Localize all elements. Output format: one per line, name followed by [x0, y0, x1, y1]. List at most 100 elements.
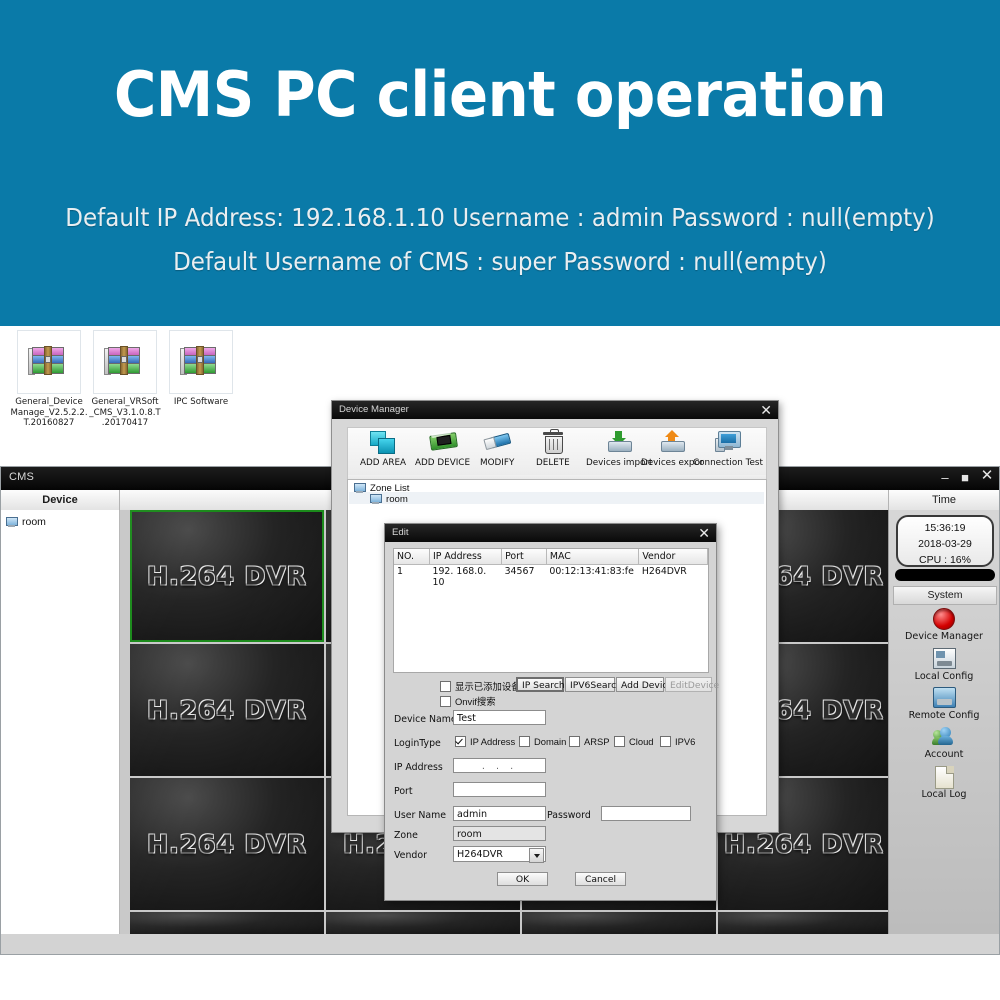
checkbox-label: Onvif搜索	[455, 696, 496, 707]
desktop-icon-label: IPC Software	[173, 397, 229, 407]
ok-button[interactable]: OK	[497, 872, 548, 886]
add-device-button[interactable]: Add Device	[616, 677, 673, 692]
import-icon	[606, 431, 633, 457]
toolbar-add-device-button[interactable]: ADD DEVICE	[415, 430, 470, 468]
desktop-icon-general-device-manage[interactable]: General_Device Manage_V2.5.2.2.T.2016082…	[8, 330, 90, 429]
tab-time[interactable]: Time	[888, 490, 999, 511]
clock-time: 15:36:19	[924, 522, 966, 534]
video-cell-label: H.264 DVR	[147, 829, 307, 859]
cancel-button[interactable]: Cancel	[575, 872, 626, 886]
clock-date: 2018-03-29	[918, 538, 972, 550]
sidebar-item-label: Remote Config	[908, 710, 980, 721]
checkbox-box[interactable]	[519, 736, 530, 747]
checkbox-box[interactable]	[440, 680, 451, 692]
close-button[interactable]: ✕	[979, 468, 995, 483]
user-name-label: User Name	[394, 810, 447, 821]
column-header-port[interactable]: Port	[501, 549, 547, 565]
sidebar-item-label: Device Manager	[905, 631, 983, 642]
device-manager-title: Device Manager	[339, 404, 409, 415]
clock-widget: 15:36:19 2018-03-29 CPU : 16%	[896, 515, 994, 567]
cell-port: 34567	[504, 566, 535, 577]
login-type-cloud-radio[interactable]: Cloud	[614, 736, 654, 747]
sidebar-item-device-manager[interactable]: Device Manager	[889, 608, 999, 642]
toolbar-label: DELETE	[536, 458, 570, 468]
add-device-icon	[428, 430, 458, 457]
toolbar-delete-button[interactable]: DELETE	[536, 429, 570, 468]
zone-icon	[5, 516, 18, 528]
edit-dialog: Edit ✕ NO. IP Address Port MAC Vendor 1 …	[384, 523, 719, 901]
tree-item-label: room	[22, 516, 46, 528]
login-type-ipv6-radio[interactable]: IPV6	[660, 736, 695, 747]
checkbox-box[interactable]	[660, 736, 671, 747]
minimize-button[interactable]: –	[937, 471, 953, 484]
password-label: Password	[547, 810, 591, 821]
toolbar-modify-button[interactable]: MODIFY	[480, 431, 514, 468]
checkbox-box[interactable]	[614, 736, 625, 747]
edit-dialog-title: Edit	[392, 527, 409, 538]
close-icon[interactable]: ✕	[760, 401, 772, 419]
video-cell[interactable]: H.264 DVR	[130, 644, 324, 776]
onvif-search-checkbox[interactable]: Onvif搜索	[440, 694, 496, 708]
checkbox-label: 显示已添加设备	[455, 681, 521, 692]
password-input[interactable]	[601, 806, 691, 821]
zone-list-root[interactable]: Zone List	[353, 483, 409, 494]
sidebar-item-label: Local Log	[921, 789, 967, 800]
video-cell[interactable]	[326, 912, 520, 934]
toolbar-connection-test-button[interactable]: Connection Test	[693, 431, 763, 468]
tab-device[interactable]: Device	[1, 490, 120, 511]
maximize-button[interactable]: ■	[957, 471, 973, 484]
desktop-icon-ipc-software[interactable]: IPC Software	[160, 330, 242, 408]
zone-list-child-highlight	[349, 492, 764, 504]
table-row[interactable]: 1 192. 168.0. 10 34567 00:12:13:41:83:fe…	[394, 565, 708, 590]
video-cell[interactable]	[130, 912, 324, 934]
sidebar-item-local-config[interactable]: Local Config	[889, 648, 999, 682]
column-header-vendor[interactable]: Vendor	[638, 549, 708, 565]
device-name-input[interactable]: Test	[453, 710, 546, 725]
checkbox-box[interactable]	[569, 736, 580, 747]
device-name-label: Device Name	[394, 714, 457, 725]
video-cell[interactable]: H.264 DVR	[130, 778, 324, 910]
column-header-ip[interactable]: IP Address	[429, 549, 503, 565]
vendor-label: Vendor	[394, 850, 427, 861]
column-header-mac[interactable]: MAC	[546, 549, 640, 565]
zone-list-item-label: room	[386, 494, 408, 505]
close-icon[interactable]: ✕	[698, 524, 710, 542]
checkbox-label: IP Address	[470, 736, 516, 747]
tree-item-room[interactable]: room	[5, 516, 46, 528]
video-cell[interactable]	[718, 912, 890, 934]
zone-list-item-room[interactable]: room	[369, 494, 408, 505]
port-input[interactable]	[453, 782, 546, 797]
toolbar-add-area-button[interactable]: ADD AREA	[360, 431, 406, 468]
cell-ip: 192. 168.0. 10	[432, 566, 487, 588]
show-added-devices-checkbox[interactable]: 显示已添加设备	[440, 679, 521, 693]
video-cell[interactable]: H.264 DVR	[130, 510, 324, 642]
edit-dialog-titlebar[interactable]: Edit ✕	[385, 524, 716, 542]
login-type-arsp-radio[interactable]: ARSP	[569, 736, 610, 747]
video-cell-label: H.264 DVR	[147, 695, 307, 725]
sidebar-item-remote-config[interactable]: Remote Config	[889, 687, 999, 721]
login-type-domain-radio[interactable]: Domain	[519, 736, 566, 747]
desktop-icon-general-vrsoft-cms[interactable]: General_VRSoft _CMS_V3.1.0.8.T .20170417	[84, 330, 166, 429]
device-manager-titlebar[interactable]: Device Manager ✕	[332, 401, 778, 419]
discovered-devices-table[interactable]: NO. IP Address Port MAC Vendor 1 192. 16…	[393, 548, 709, 673]
sidebar-item-account[interactable]: Account	[889, 726, 999, 760]
vendor-select[interactable]: H264DVR	[453, 846, 546, 863]
login-type-ip-address-radio[interactable]: IP Address	[455, 736, 515, 747]
checkbox-box[interactable]	[440, 695, 451, 707]
video-cell[interactable]	[522, 912, 716, 934]
ip-search-button[interactable]: IP Search	[516, 677, 565, 692]
ipv6-search-button[interactable]: IPV6Search	[565, 677, 622, 692]
checkbox-box[interactable]	[455, 736, 466, 747]
user-name-input[interactable]: admin	[453, 806, 546, 821]
column-header-no[interactable]: NO.	[394, 549, 430, 565]
chevron-down-icon[interactable]	[529, 848, 544, 863]
toolbar-label: Connection Test	[693, 458, 763, 468]
toolbar-label: ADD AREA	[360, 458, 407, 468]
vendor-select-value: H264DVR	[457, 849, 503, 860]
ip-address-input[interactable]: . . .	[453, 758, 546, 773]
banner-subtitle-line2: Default Username of CMS : super Password…	[173, 247, 827, 276]
export-icon	[659, 430, 686, 457]
sidebar-item-local-log[interactable]: Local Log	[889, 766, 999, 800]
page-title: CMS PC client operation	[113, 58, 887, 131]
checkbox-label: Domain	[534, 736, 567, 747]
